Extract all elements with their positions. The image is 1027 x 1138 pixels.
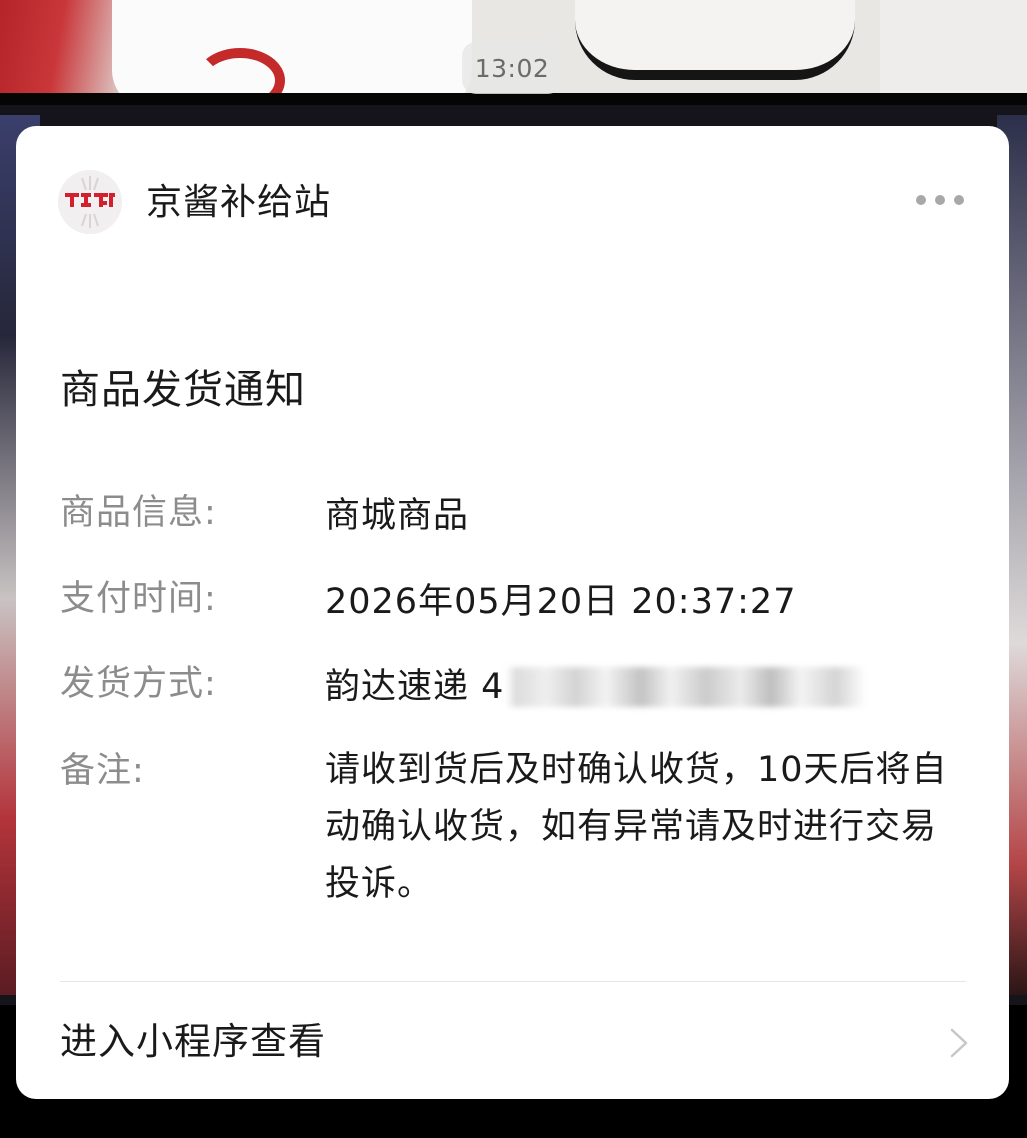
field-row-payment-time: 支付时间: 2026年05月20日 20:37:27 — [60, 574, 960, 630]
field-value-shipping: 韵达速递 4 — [325, 659, 955, 715]
card-header: 京酱补给站 — [16, 126, 1009, 276]
more-icon-dot — [935, 195, 945, 205]
background-divider — [0, 93, 1027, 105]
tracking-number-redacted — [506, 667, 867, 707]
notice-title: 商品发货通知 — [60, 367, 306, 413]
background-shape — [880, 0, 1027, 93]
field-label: 发货方式: — [60, 664, 217, 704]
message-timestamp: 13:02 — [462, 42, 562, 94]
open-mini-program-label: 进入小程序查看 — [60, 1020, 326, 1063]
more-icon-dot — [954, 195, 964, 205]
field-row-product-info: 商品信息: 商城商品 — [60, 488, 960, 544]
field-value: 商城商品 — [325, 496, 470, 536]
store-name: 京酱补给站 — [146, 182, 332, 223]
field-label: 商品信息: — [60, 493, 217, 533]
field-label: 支付时间: — [60, 579, 217, 619]
open-mini-program-link[interactable]: 进入小程序查看 — [16, 982, 1009, 1099]
field-value: 2026年05月20日 20:37:27 — [325, 582, 797, 622]
more-icon — [916, 195, 926, 205]
field-row-remark: 备注: 请收到货后及时确认收货，10天后将自动确认收货，如有异常请及时进行交易投… — [60, 746, 960, 926]
background-shape — [0, 0, 130, 93]
more-options-button[interactable] — [908, 182, 972, 218]
shipping-notification-card[interactable]: 京酱补给站 商品发货通知 商品信息: 商城商品 支付时间: 2026年05月20… — [16, 126, 1009, 1099]
store-logo-icon[interactable] — [58, 170, 122, 234]
field-row-shipping-method: 发货方式: 韵达速递 4 — [60, 659, 960, 715]
tracking-info: 韵达速递 4 — [325, 659, 867, 715]
tracking-text: 韵达速递 4 — [325, 667, 505, 707]
background-shape — [112, 0, 472, 93]
field-label: 备注: — [60, 751, 145, 791]
field-value: 请收到货后及时确认收货，10天后将自动确认收货，如有异常请及时进行交易投诉。 — [325, 750, 948, 904]
chevron-right-icon — [950, 1028, 968, 1058]
background-shape — [575, 0, 855, 80]
